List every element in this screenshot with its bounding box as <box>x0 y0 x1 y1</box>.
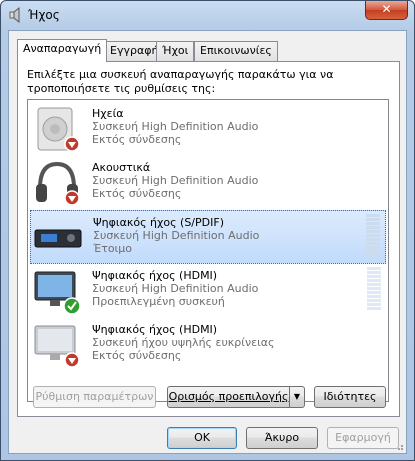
volume-level-meter <box>366 214 380 260</box>
tab-playback[interactable]: Αναπαραγωγή <box>17 39 108 62</box>
device-status: Εκτός σύνδεσης <box>92 133 182 146</box>
playback-tab-panel: Επιλέξτε μια συσκευή αναπαραγωγής παρακά… <box>17 61 400 417</box>
cancel-button[interactable]: Άκυρο <box>246 427 318 449</box>
dialog-client-area: Αναπαραγωγή Εγγραφή Ήχοι Επικοινωνίες Επ… <box>8 30 407 454</box>
digital-audio-receiver-icon <box>34 229 82 248</box>
device-status: Εκτός σύνδεσης <box>92 349 182 362</box>
apply-button[interactable]: Εφαρμογή <box>327 427 399 449</box>
tab-communications[interactable]: Επικοινωνίες <box>194 41 278 61</box>
device-description: Συσκευή High Definition Audio <box>92 282 259 295</box>
device-item-speakers[interactable]: Ηχεία Συσκευή High Definition Audio Εκτό… <box>30 102 386 156</box>
device-item-hdmi-default[interactable]: Ψηφιακός ήχος (HDMI) Συσκευή High Defini… <box>30 264 386 318</box>
sound-dialog-window: Ήχος ✕ Αναπαραγωγή Εγγραφή Ήχοι Επικοινω… <box>0 0 415 461</box>
device-name: Ψηφιακός ήχος (HDMI) <box>92 323 218 336</box>
properties-button[interactable]: Ιδιότητες <box>314 386 386 408</box>
device-name: Ψηφιακός ήχος (S/PDIF) <box>93 216 224 229</box>
device-name: Ηχεία <box>92 107 124 120</box>
playback-device-list[interactable]: Ηχεία Συσκευή High Definition Audio Εκτό… <box>27 99 389 402</box>
device-item-spdif[interactable]: Ψηφιακός ήχος (S/PDIF) Συσκευή High Defi… <box>30 210 386 264</box>
device-description: Συσκευή High Definition Audio <box>92 174 259 187</box>
configure-button[interactable]: Ρύθμιση παραμέτρων <box>33 386 156 408</box>
set-default-button[interactable]: Ορισμός προεπιλογής ▼ <box>167 386 305 408</box>
device-description: Συσκευή High Definition Audio <box>92 120 259 133</box>
resize-grip-icon[interactable] <box>394 441 404 451</box>
speaker-icon <box>9 7 20 23</box>
disconnected-icon <box>64 190 80 206</box>
monitor-icon <box>34 271 81 315</box>
chevron-down-icon[interactable]: ▼ <box>289 387 304 407</box>
default-check-icon <box>63 297 81 315</box>
device-item-headphones[interactable]: Ακουστικά Συσκευή High Definition Audio … <box>30 156 386 210</box>
window-title: Ήχος <box>28 8 60 22</box>
device-name: Ακουστικά <box>92 161 151 174</box>
device-item-hdmi-offline[interactable]: Ψηφιακός ήχος (HDMI) Συσκευή ήχου υψηλής… <box>30 318 386 372</box>
instruction-text: Επιλέξτε μια συσκευή αναπαραγωγής παρακά… <box>27 68 334 95</box>
device-status: Έτοιμο <box>93 242 133 255</box>
device-name: Ψηφιακός ήχος (HDMI) <box>92 269 218 282</box>
tab-sounds[interactable]: Ήχοι <box>156 41 195 61</box>
headphones-icon <box>36 161 80 206</box>
close-button[interactable]: ✕ <box>365 1 408 20</box>
title-bar[interactable]: Ήχος ✕ <box>1 1 414 30</box>
ok-button[interactable]: OK <box>167 427 237 449</box>
volume-level-meter <box>367 267 381 313</box>
monitor-icon <box>34 325 80 368</box>
device-status: Εκτός σύνδεσης <box>92 187 182 200</box>
device-status: Προεπιλεγμένη συσκευή <box>92 295 225 308</box>
device-description: Συσκευή ήχου υψηλής ευκρίνειας <box>92 336 275 349</box>
disconnected-icon <box>64 136 80 152</box>
disconnected-icon <box>64 352 80 368</box>
speakers-icon <box>37 107 80 152</box>
device-description: Συσκευή High Definition Audio <box>93 229 260 242</box>
set-default-label: Ορισμός προεπιλογής <box>168 390 289 403</box>
